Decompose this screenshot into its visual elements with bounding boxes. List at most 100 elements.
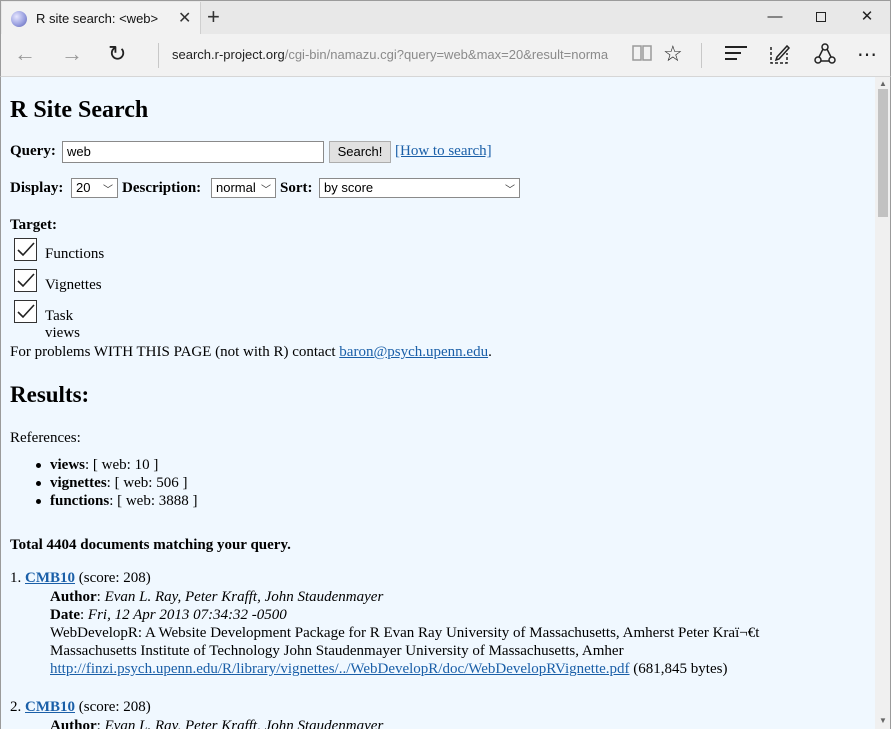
description-select[interactable]: normal ﹀	[211, 178, 276, 198]
result-author-line: Author: Evan L. Ray, Peter Krafft, John …	[50, 717, 860, 729]
hub-icon[interactable]	[725, 46, 747, 64]
refresh-icon[interactable]: ↻	[108, 43, 126, 65]
browser-tab[interactable]: R site search: <web> ✕	[2, 2, 201, 35]
navigation-bar: ← → ↻ search.r-project.org/cgi-bin/namaz…	[0, 34, 891, 77]
result-score: (score: 208)	[78, 699, 151, 715]
result-summary-line: WebDevelopR: A Website Development Packa…	[50, 625, 760, 641]
total-matches: Total 4404 documents matching your query…	[10, 537, 291, 553]
web-note-icon[interactable]	[769, 43, 791, 65]
vignettes-checkbox[interactable]	[14, 269, 37, 292]
search-input[interactable]: web	[62, 141, 324, 163]
result-date: Fri, 12 Apr 2013 07:34:32 -0500	[87, 607, 287, 623]
description-value: normal	[216, 180, 256, 195]
vignettes-label: Vignettes	[45, 277, 102, 293]
result-size: (681,845 bytes)	[633, 661, 728, 677]
reference-detail: : [ web: 10 ]	[85, 457, 159, 473]
minimize-button[interactable]: —	[752, 1, 798, 34]
result-header: 1. CMB10 (score: 208)	[10, 570, 151, 587]
result-url-link[interactable]: http://finzi.psych.upenn.edu/R/library/v…	[50, 661, 630, 677]
divider	[158, 43, 159, 68]
references-list: views: [ web: 10 ] vignettes: [ web: 506…	[32, 456, 198, 510]
scroll-up-icon[interactable]: ▲	[879, 79, 887, 88]
scrollbar-thumb[interactable]	[878, 89, 888, 217]
result-details: Author: Evan L. Ray, Peter Krafft, John …	[50, 588, 860, 678]
date-label: Date	[50, 607, 80, 623]
search-button[interactable]: Search!	[329, 141, 391, 163]
list-item: views: [ web: 10 ]	[32, 456, 198, 474]
result-author-line: Author: Evan L. Ray, Peter Krafft, John …	[50, 589, 384, 605]
sort-label: Sort:	[280, 180, 313, 196]
page-title: R Site Search	[10, 97, 149, 123]
query-row: Query: web Search! [How to search]	[10, 141, 492, 163]
functions-label: Functions	[45, 246, 105, 262]
functions-checkbox[interactable]	[14, 238, 37, 261]
result-summary-line: Massachusetts Institute of Technology Jo…	[50, 643, 624, 659]
close-window-button[interactable]: ✕	[844, 1, 890, 34]
maximize-icon	[816, 12, 826, 23]
share-icon[interactable]	[814, 43, 836, 65]
display-select[interactable]: 20 ﹀	[71, 178, 118, 198]
result-date-line: Date: Fri, 12 Apr 2013 07:34:32 -0500	[50, 607, 287, 623]
task-views-checkbox[interactable]	[14, 300, 37, 323]
contact-email-link[interactable]: baron@psych.upenn.edu	[339, 344, 488, 360]
options-row: Display: 20 ﹀ Description: normal ﹀ Sort: …	[10, 178, 610, 198]
results-heading: Results:	[10, 382, 90, 407]
page-viewport: R Site Search Query: web Search! [How to…	[0, 77, 875, 729]
site-favicon-icon	[11, 11, 27, 27]
new-tab-icon[interactable]: +	[207, 4, 220, 30]
result-number: 1.	[10, 570, 22, 586]
reference-detail: : [ web: 3888 ]	[109, 493, 198, 509]
chevron-down-icon: ﹀	[505, 185, 515, 196]
chevron-down-icon: ﹀	[261, 185, 271, 196]
maximize-button[interactable]	[798, 1, 844, 34]
checkmark-icon	[17, 273, 35, 288]
author-label: Author	[50, 718, 97, 729]
display-label: Display:	[10, 180, 64, 196]
vertical-scrollbar[interactable]: ▲ ▼	[875, 77, 891, 729]
scroll-down-icon[interactable]: ▼	[879, 716, 887, 725]
checkmark-icon	[17, 242, 35, 257]
address-bar[interactable]: search.r-project.org/cgi-bin/namazu.cgi?…	[172, 47, 617, 65]
reference-term: functions	[50, 493, 110, 509]
result-url-line: http://finzi.psych.upenn.edu/R/library/v…	[50, 660, 860, 678]
address-host: search.r-project.org	[172, 47, 285, 62]
result-author: Evan L. Ray, Peter Krafft, John Staudenm…	[104, 718, 384, 729]
checkmark-icon	[17, 304, 35, 319]
reference-detail: : [ web: 506 ]	[106, 475, 188, 491]
reference-term: vignettes	[50, 475, 107, 491]
more-options-icon[interactable]: ⋯	[857, 42, 878, 67]
result-score: (score: 208)	[78, 570, 151, 586]
sort-select[interactable]: by score ﹀	[319, 178, 520, 198]
divider	[701, 43, 702, 68]
result-title-link[interactable]: CMB10	[25, 699, 75, 715]
address-path: /cgi-bin/namazu.cgi?query=web&max=20&res…	[284, 47, 609, 62]
forward-arrow-icon[interactable]: →	[61, 43, 83, 65]
author-label: Author	[50, 589, 97, 605]
references-label: References:	[10, 430, 81, 446]
tab-title: R site search: <web>	[36, 11, 159, 26]
title-bar: R site search: <web> ✕ + — ✕	[0, 0, 891, 35]
reading-view-icon[interactable]	[631, 44, 653, 62]
result-title-link[interactable]: CMB10	[25, 570, 75, 586]
description-label: Description:	[122, 180, 202, 196]
back-arrow-icon[interactable]: ←	[14, 43, 36, 65]
chevron-down-icon: ﹀	[103, 185, 113, 196]
reference-term: views	[50, 457, 85, 473]
query-label: Query:	[10, 143, 56, 159]
close-tab-icon[interactable]: ✕	[178, 8, 191, 28]
list-item: vignettes: [ web: 506 ]	[32, 474, 198, 492]
display-value: 20	[76, 180, 91, 195]
list-item: functions: [ web: 3888 ]	[32, 492, 198, 510]
contact-text: For problems WITH THIS PAGE (not with R)…	[10, 344, 340, 360]
how-to-search-link[interactable]: [How to search]	[395, 143, 492, 160]
favorite-star-icon[interactable]: ☆	[663, 41, 683, 67]
sort-value: by score	[324, 180, 374, 195]
result-header: 2. CMB10 (score: 208)	[10, 699, 151, 716]
task-views-label: Task views	[45, 308, 80, 341]
contact-line: For problems WITH THIS PAGE (not with R)…	[10, 344, 492, 361]
result-author: Evan L. Ray, Peter Krafft, John Staudenm…	[104, 589, 384, 605]
result-details: Author: Evan L. Ray, Peter Krafft, John …	[50, 717, 860, 729]
contact-period: .	[488, 344, 492, 360]
target-label: Target:	[10, 217, 57, 233]
result-number: 2.	[10, 699, 22, 715]
